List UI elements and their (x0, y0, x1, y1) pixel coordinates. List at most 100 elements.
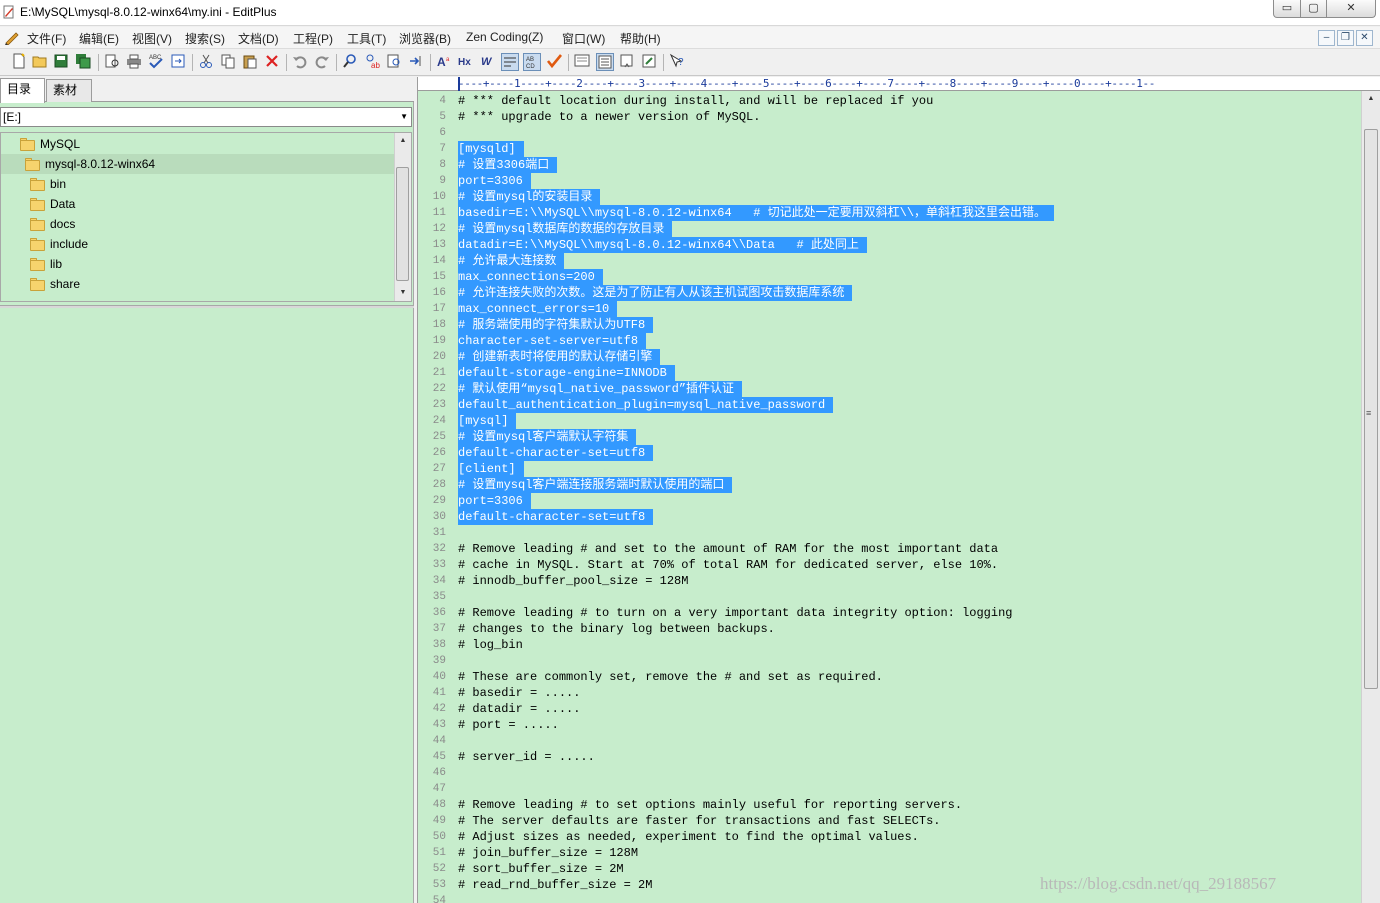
minimize-button[interactable]: ▭ (1273, 0, 1301, 18)
spell-check-icon[interactable]: ABC (147, 53, 165, 71)
heading-icon[interactable]: Hx (457, 53, 475, 71)
print-icon[interactable] (125, 53, 143, 71)
line-text[interactable]: datadir=E:\\MySQL\\mysql-8.0.12-winx64\\… (458, 237, 867, 253)
document-close-button[interactable]: ✕ (1356, 30, 1373, 46)
line-text[interactable]: # read_rnd_buffer_size = 2M (458, 877, 660, 893)
line-text[interactable]: [mysql] (458, 413, 517, 429)
cut-icon[interactable] (197, 53, 215, 71)
line-text[interactable]: character-set-server=utf8 (458, 333, 647, 349)
editor-line[interactable]: 29 port=3306 (418, 493, 1358, 509)
editor-line[interactable]: 11 basedir=E:\\MySQL\\mysql-8.0.12-winx64… (418, 205, 1358, 221)
line-text[interactable]: # *** default location during install, a… (458, 93, 941, 109)
editor-line[interactable]: 10 # 设置mysql的安装目录 (418, 189, 1358, 205)
save-all-icon[interactable] (74, 53, 92, 71)
editor-line[interactable]: 25 # 设置mysql客户端默认字符集 (418, 429, 1358, 445)
editor-line[interactable]: 38 # log_bin (418, 637, 1358, 653)
editor-line[interactable]: 33 # cache in MySQL. Start at 70% of tota… (418, 557, 1358, 573)
document-minimize-button[interactable]: – (1318, 30, 1335, 46)
line-text[interactable]: default-storage-engine=INNODB (458, 365, 675, 381)
dropdown-arrow-icon[interactable]: ▼ (400, 108, 408, 126)
editor-line[interactable]: 45 # server_id = ..... (418, 749, 1358, 765)
menu-edit[interactable]: 编辑(E) (79, 30, 119, 47)
editor-line[interactable]: 36 # Remove leading # to turn on a very i… (418, 605, 1358, 621)
tab-material[interactable]: 素材 (46, 79, 92, 102)
line-text[interactable]: # port = ..... (458, 717, 567, 733)
editor-line[interactable]: 20 # 创建新表时将使用的默认存储引擎 (418, 349, 1358, 365)
menu-help[interactable]: 帮助(H) (620, 30, 661, 47)
editor-line[interactable]: 42 # datadir = ..... (418, 701, 1358, 717)
line-text[interactable]: # *** upgrade to a newer version of MySQ… (458, 109, 768, 125)
help-icon[interactable]: ? (668, 53, 686, 71)
browser-preview-icon[interactable] (573, 53, 591, 71)
line-text[interactable]: # 设置mysql的安装目录 (458, 189, 601, 205)
italic-w-icon[interactable]: W (479, 53, 497, 71)
editor-line[interactable]: 26 default-character-set=utf8 (418, 445, 1358, 461)
line-text[interactable]: [mysqld] (458, 141, 524, 157)
editor-line[interactable]: 4 # *** default location during install, … (418, 93, 1358, 109)
line-text[interactable]: # join_buffer_size = 128M (458, 845, 646, 861)
line-text[interactable]: # sort_buffer_size = 2M (458, 861, 632, 877)
editor-line[interactable]: 44 (418, 733, 1358, 749)
print-preview-icon[interactable] (103, 53, 121, 71)
tree-item-bin[interactable]: bin (1, 174, 395, 194)
line-text[interactable]: # 创建新表时将使用的默认存储引擎 (458, 349, 661, 365)
menu-file[interactable]: 文件(F) (27, 30, 66, 47)
split-icon[interactable] (640, 53, 658, 71)
sync-icon[interactable] (169, 53, 187, 71)
menu-zen-coding[interactable]: Zen Coding(Z) (466, 30, 543, 44)
new-file-icon[interactable] (10, 53, 28, 71)
editor-line[interactable]: 5 # *** upgrade to a newer version of MyS… (418, 109, 1358, 125)
close-button[interactable]: ✕ (1326, 0, 1376, 18)
tab-directory[interactable]: 目录 (0, 78, 45, 103)
line-text[interactable]: # 服务端使用的字符集默认为UTF8 (458, 317, 654, 333)
editor-line[interactable]: 15 max_connections=200 (418, 269, 1358, 285)
line-text[interactable]: # The server defaults are faster for tra… (458, 813, 948, 829)
editor-line[interactable]: 9 port=3306 (418, 173, 1358, 189)
menu-tools[interactable]: 工具(T) (347, 30, 386, 47)
editor-line[interactable]: 21 default-storage-engine=INNODB (418, 365, 1358, 381)
tree-item-lib[interactable]: lib (1, 254, 395, 274)
find-icon[interactable] (341, 53, 359, 71)
editor-line[interactable]: 54 (418, 893, 1358, 903)
document-restore-button[interactable]: ❐ (1337, 30, 1354, 46)
line-text[interactable]: # 设置mysql数据库的数据的存放目录 (458, 221, 673, 237)
editor-line[interactable]: 34 # innodb_buffer_pool_size = 128M (418, 573, 1358, 589)
line-text[interactable]: # These are commonly set, remove the # a… (458, 669, 891, 685)
line-text[interactable]: # Adjust sizes as needed, experiment to … (458, 829, 927, 845)
editor-lines[interactable]: 4 # *** default location during install, … (418, 93, 1358, 903)
tree-item-share[interactable]: share (1, 274, 395, 294)
editor-line[interactable]: 46 (418, 765, 1358, 781)
text-editor[interactable]: ----+----1----+----2----+----3----+----4… (417, 77, 1380, 903)
line-text[interactable]: default-character-set=utf8 (458, 509, 654, 525)
editor-line[interactable]: 35 (418, 589, 1358, 605)
editor-line[interactable]: 32 # Remove leading # and set to the amou… (418, 541, 1358, 557)
line-text[interactable]: [client] (458, 461, 524, 477)
tree-scrollbar[interactable]: ▲ ▼ (394, 133, 411, 301)
screen-icon[interactable] (618, 53, 636, 71)
word-wrap-icon[interactable] (501, 53, 519, 71)
editor-line[interactable]: 50 # Adjust sizes as needed, experiment t… (418, 829, 1358, 845)
tree-item-docs[interactable]: docs (1, 214, 395, 234)
line-text[interactable]: # 设置mysql客户端默认字符集 (458, 429, 637, 445)
menu-view[interactable]: 视图(V) (132, 30, 172, 47)
editor-line[interactable]: 19 character-set-server=utf8 (418, 333, 1358, 349)
editor-line[interactable]: 51 # join_buffer_size = 128M (418, 845, 1358, 861)
menu-window[interactable]: 窗口(W) (562, 30, 605, 47)
drive-select[interactable]: [E:] ▼ (0, 107, 412, 127)
editor-line[interactable]: 49 # The server defaults are faster for t… (418, 813, 1358, 829)
delete-icon[interactable] (263, 53, 281, 71)
tree-item-data[interactable]: Data (1, 194, 395, 214)
editor-line[interactable]: 6 (418, 125, 1358, 141)
menu-search[interactable]: 搜索(S) (185, 30, 225, 47)
line-text[interactable]: # Remove leading # to set options mainly… (458, 797, 970, 813)
line-text[interactable]: # basedir = ..... (458, 685, 588, 701)
editor-line[interactable]: 7 [mysqld] (418, 141, 1358, 157)
editor-line[interactable]: 41 # basedir = ..... (418, 685, 1358, 701)
tree-scroll-thumb[interactable] (396, 167, 409, 281)
menu-project[interactable]: 工程(P) (293, 30, 333, 47)
editor-line[interactable]: 17 max_connect_errors=10 (418, 301, 1358, 317)
line-text[interactable]: default_authentication_plugin=mysql_nati… (458, 397, 834, 413)
line-text[interactable]: default-character-set=utf8 (458, 445, 654, 461)
line-text[interactable]: # cache in MySQL. Start at 70% of total … (458, 557, 1006, 573)
menu-browser[interactable]: 浏览器(B) (399, 30, 451, 47)
